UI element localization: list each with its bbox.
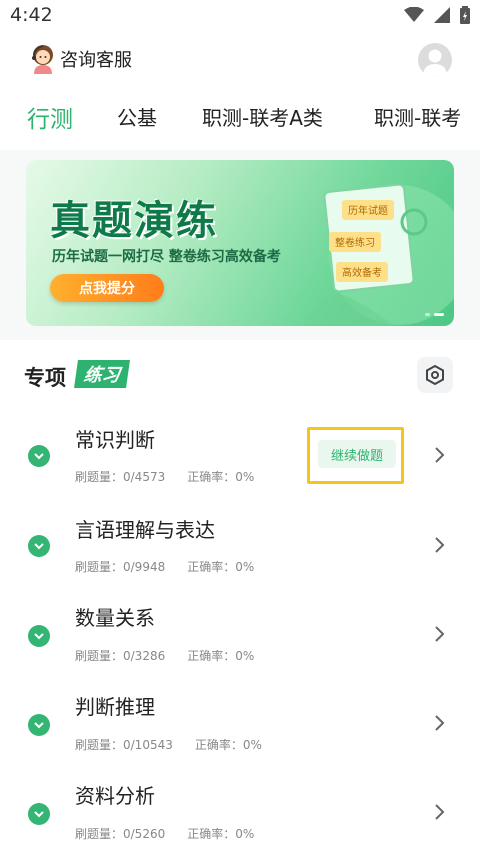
practice-item-changshi[interactable]: 常识判断 刷题量：0/4573 正确率：0%	[0, 420, 480, 510]
practice-item-title: 言语理解与表达	[75, 518, 215, 542]
expand-icon[interactable]	[28, 535, 50, 557]
practice-item-title: 判断推理	[75, 695, 155, 719]
category-tabs: 行测 公基 职测-联考A类 职测-联考	[0, 96, 480, 142]
practice-accuracy: 正确率：0%	[194, 738, 262, 752]
practice-item-title: 资料分析	[75, 784, 155, 808]
banner-card-3: 高效备考	[342, 266, 382, 279]
practice-accuracy: 正确率：0%	[187, 470, 255, 484]
practice-item-yanyu[interactable]: 言语理解与表达 刷题量：0/9948 正确率：0%	[0, 510, 480, 600]
expand-icon[interactable]	[28, 714, 50, 736]
tab-gongji[interactable]: 公基	[117, 102, 157, 131]
practice-item-stats: 刷题量：0/3286 正确率：0%	[75, 647, 254, 664]
chevron-down-icon	[34, 452, 44, 459]
practice-item-ziliao[interactable]: 资料分析 刷题量：0/5260 正确率：0%	[0, 780, 480, 853]
continue-practice-button[interactable]: 继续做题	[318, 440, 396, 468]
banner-subtitle: 历年试题一网打尽 整卷练习高效备考	[52, 249, 281, 265]
banner-illustration: 历年试题 整卷练习 高效备考	[304, 183, 454, 326]
status-time: 4:42	[10, 4, 53, 26]
tab-xingce[interactable]: 行测	[27, 100, 73, 134]
banner-title: 真题演练	[50, 197, 218, 244]
tab-zhice-liankao-a[interactable]: 职测-联考A类	[202, 102, 323, 131]
section-header: 专项 练习	[24, 357, 456, 394]
user-icon	[423, 49, 447, 77]
practice-item-stats: 刷题量：0/10543 正确率：0%	[75, 736, 262, 753]
expand-icon[interactable]	[28, 445, 50, 467]
practice-item-title: 常识判断	[75, 428, 155, 452]
practice-accuracy: 正确率：0%	[187, 827, 255, 841]
practice-count: 刷题量：0/4573	[75, 470, 166, 484]
banner-card-1: 历年试题	[348, 204, 388, 217]
chevron-down-icon	[34, 810, 44, 817]
customer-service-label: 咨询客服	[60, 50, 132, 71]
banner-cta-button[interactable]: 点我提分	[50, 274, 164, 302]
settings-button[interactable]	[417, 357, 453, 393]
user-avatar[interactable]	[418, 43, 452, 77]
practice-count: 刷题量：0/5260	[75, 827, 166, 841]
chevron-down-icon	[34, 721, 44, 728]
practice-item-panduan[interactable]: 判断推理 刷题量：0/10543 正确率：0%	[0, 690, 480, 780]
practice-count: 刷题量：0/3286	[75, 649, 166, 663]
top-bar: 咨询客服	[0, 34, 480, 90]
section-tag: 练习	[74, 360, 130, 388]
practice-item-stats: 刷题量：0/9948 正确率：0%	[75, 558, 254, 575]
practice-count: 刷题量：0/9948	[75, 560, 166, 574]
wifi-icon	[404, 7, 424, 22]
customer-service-avatar-icon	[32, 45, 53, 74]
banner-dot	[425, 313, 430, 316]
chevron-right-icon	[435, 804, 445, 820]
chevron-right-icon	[435, 447, 445, 463]
chevron-down-icon	[34, 632, 44, 639]
signal-icon	[434, 7, 450, 23]
banner-pagination	[425, 313, 444, 316]
expand-icon[interactable]	[28, 625, 50, 647]
tab-zhice-liankao[interactable]: 职测-联考	[374, 102, 461, 131]
practice-item-shuliang[interactable]: 数量关系 刷题量：0/3286 正确率：0%	[0, 600, 480, 690]
chevron-right-icon	[435, 715, 445, 731]
practice-item-title: 数量关系	[75, 606, 155, 630]
practice-accuracy: 正确率：0%	[187, 649, 255, 663]
customer-service-button[interactable]: 咨询客服	[30, 44, 132, 74]
promo-banner[interactable]: 真题演练 历年试题一网打尽 整卷练习高效备考 点我提分 历年试题 整卷练习 高效…	[26, 160, 454, 326]
status-icons	[404, 6, 470, 24]
section-title: 专项	[24, 366, 66, 390]
hexagon-settings-icon	[426, 365, 444, 385]
practice-accuracy: 正确率：0%	[187, 560, 255, 574]
chevron-right-icon	[435, 626, 445, 642]
practice-count: 刷题量：0/10543	[75, 738, 173, 752]
chevron-right-icon	[435, 537, 445, 553]
chevron-down-icon	[34, 542, 44, 549]
banner-dot-active	[434, 313, 444, 316]
practice-item-stats: 刷题量：0/5260 正确率：0%	[75, 825, 254, 842]
battery-icon	[460, 6, 470, 24]
banner-card-2: 整卷练习	[335, 236, 375, 249]
practice-item-stats: 刷题量：0/4573 正确率：0%	[75, 468, 254, 485]
status-bar: 4:42	[0, 0, 480, 34]
expand-icon[interactable]	[28, 803, 50, 825]
